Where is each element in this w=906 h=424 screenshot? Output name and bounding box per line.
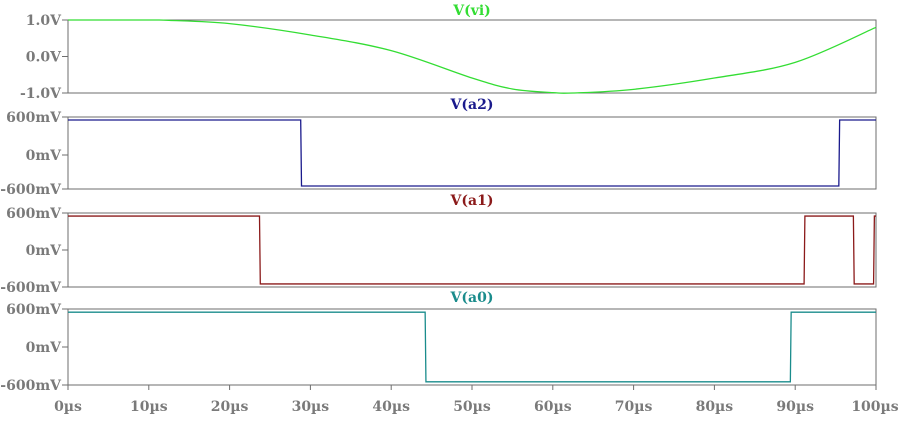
y-tick-label: -600mV <box>0 378 62 394</box>
x-tick-label: 10µs <box>130 399 168 415</box>
y-tick-label: 0mV <box>26 340 63 356</box>
y-tick-label: -600mV <box>0 280 62 296</box>
x-tick-label: 50µs <box>453 399 491 415</box>
y-tick-label: 1.0V <box>26 13 62 29</box>
y-tick-label: 600mV <box>6 206 62 222</box>
x-tick-label: 0µs <box>54 399 82 415</box>
x-tick-label: 80µs <box>696 399 734 415</box>
y-tick-label: -1.0V <box>20 86 62 102</box>
plot-title: V(a2) <box>450 97 494 113</box>
y-tick-label: -600mV <box>0 182 62 198</box>
plot-title: V(a0) <box>450 290 494 306</box>
x-tick-label: 100µs <box>851 399 898 415</box>
x-tick-label: 70µs <box>615 399 653 415</box>
plot-frame-3 <box>67 308 877 386</box>
x-tick-label: 90µs <box>776 399 814 415</box>
y-tick-label: 0mV <box>26 148 63 164</box>
x-tick-label: 20µs <box>211 399 249 415</box>
plot-frame-0 <box>67 19 877 94</box>
x-tick-label: 40µs <box>372 399 410 415</box>
y-tick-label: 0mV <box>26 243 63 259</box>
plot-title: V(a1) <box>450 193 494 209</box>
waveform-plots: 1.0V 0.0V -1.0V V(vi) 600mV 0mV -600mV V(a2) 600… <box>0 3 899 415</box>
plot-frame-1 <box>67 116 877 190</box>
x-tick-label: 30µs <box>292 399 330 415</box>
y-tick-label: 0.0V <box>26 50 62 66</box>
x-tick-label: 60µs <box>534 399 572 415</box>
plot-title: V(vi) <box>452 3 491 19</box>
y-tick-label: 600mV <box>6 110 62 126</box>
waveform-viewer: 1.0V 0.0V -1.0V V(vi) 600mV 0mV -600mV V(a2) 600… <box>0 0 906 424</box>
plot-frame-2 <box>67 212 877 288</box>
y-tick-label: 600mV <box>6 302 62 318</box>
